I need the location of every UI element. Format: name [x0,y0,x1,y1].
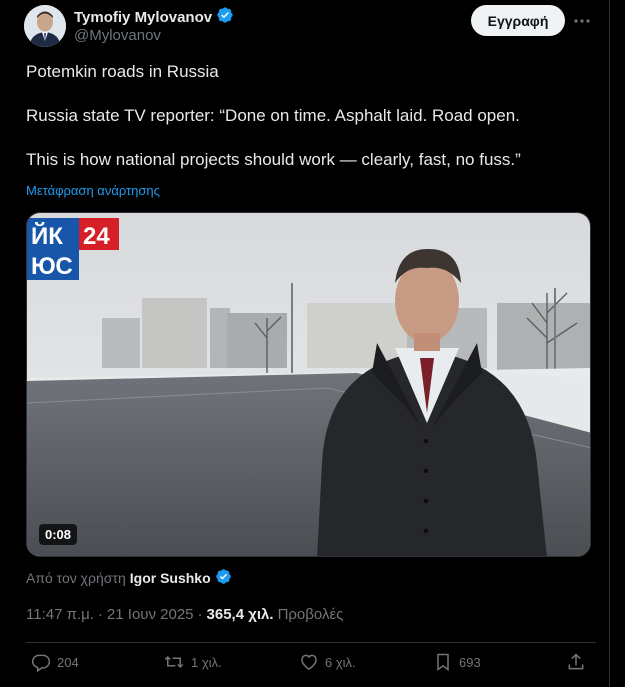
scrollbar[interactable] [612,0,625,687]
follow-button[interactable]: Εγγραφή [471,5,565,36]
tweet-line: Potemkin roads in Russia [26,62,219,81]
like-button[interactable]: 6 χιλ. [299,652,356,672]
author-name-row[interactable]: Tymofiy Mylovanov [74,6,234,29]
video-frame: ЙК 24 ЮС [27,213,590,556]
meta-separator: · [97,606,103,623]
channel-logo-text: ЙК [31,222,63,250]
tweet-line: This is how national projects should wor… [26,150,521,169]
like-count: 6 χιλ. [325,654,356,670]
tweet-line: Russia state TV reporter: “Done on time.… [26,106,520,125]
share-icon [568,653,584,670]
channel-logo-text: ЮС [31,253,73,280]
bookmark-button[interactable]: 693 [433,652,481,672]
video-player[interactable]: ЙК 24 ЮС [26,212,591,557]
attribution-prefix: Από τον χρήστη [26,570,126,586]
avatar-photo [24,5,66,47]
action-bar: 204 1 χιλ. 6 χιλ. 693 [26,652,591,680]
meta-separator: · [197,606,203,623]
views-label: Προβολές [277,606,344,623]
tweet-text: Potemkin roads in Russia Russia state TV… [26,61,596,171]
verified-badge-icon [216,6,234,29]
video-duration: 0:08 [39,524,78,545]
translate-post-link[interactable]: Μετάφραση ανάρτησης [26,183,160,198]
author-handle[interactable]: @Mylovanov [74,27,161,44]
attribution-user[interactable]: Igor Sushko [130,570,211,586]
bookmark-icon [437,653,449,671]
tweet-date[interactable]: 21 Ιουν 2025 [107,606,194,623]
reply-button[interactable]: 204 [31,652,79,672]
media-attribution: Από τον χρήστη Igor Sushko [26,568,232,588]
retweet-icon [164,655,184,669]
channel-logo-number: 24 [83,223,110,250]
views-count: 365,4 χιλ. [206,606,274,623]
reply-icon [31,654,51,672]
tweet-meta: 11:47 π.μ. · 21 Ιουν 2025 · 365,4 χιλ. Π… [26,606,343,623]
bookmark-count: 693 [459,654,481,670]
author-display-name[interactable]: Tymofiy Mylovanov [74,9,212,26]
repost-count: 1 χιλ. [191,654,222,670]
tweet-time[interactable]: 11:47 π.μ. [26,606,94,623]
repost-button[interactable]: 1 χιλ. [163,652,222,672]
divider [26,642,596,643]
more-icon[interactable] [572,11,592,31]
heart-icon [301,654,317,670]
reply-count: 204 [57,654,79,670]
avatar[interactable] [24,5,66,47]
share-button[interactable] [566,652,586,672]
verified-badge-icon [215,568,232,588]
